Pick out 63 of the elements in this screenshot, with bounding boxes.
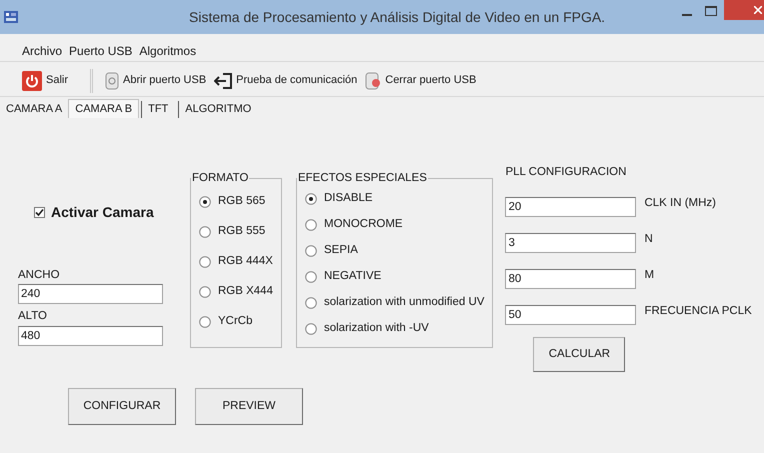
- close-icon: [754, 6, 762, 14]
- radio-option[interactable]: NEGATIVE: [304, 270, 484, 284]
- field-label: M: [644, 268, 654, 284]
- input-field[interactable]: 480: [18, 326, 163, 346]
- tab[interactable]: CAMARA B: [68, 99, 140, 118]
- checkbox[interactable]: [34, 207, 45, 218]
- tab[interactable]: ALGORITMO: [178, 101, 258, 118]
- radio-option[interactable]: solarization with unmodified UV: [304, 296, 484, 310]
- minimize-icon[interactable]: [682, 13, 692, 17]
- radio-option[interactable]: solarization with -UV: [304, 322, 484, 336]
- radio-button[interactable]: [304, 218, 317, 231]
- radio-button[interactable]: [199, 256, 211, 268]
- close-button[interactable]: [724, 0, 764, 20]
- input-field[interactable]: 20: [505, 197, 636, 218]
- action-button[interactable]: PREVIEW: [195, 388, 303, 426]
- radio-option[interactable]: SEPIA: [304, 244, 484, 258]
- app-icon: [3, 9, 19, 25]
- usb-device-icon: [365, 72, 382, 90]
- usb-device-icon: [105, 72, 120, 90]
- radio-button[interactable]: [304, 244, 317, 257]
- field-label: N: [644, 232, 653, 248]
- field-label: FRECUENCIA PCLK: [644, 304, 752, 320]
- toolbar-button[interactable]: Cerrar puerto USB: [365, 72, 476, 90]
- radio-option[interactable]: YCrCb: [199, 315, 273, 328]
- radio-button[interactable]: [199, 226, 211, 238]
- field-label: CLK IN (MHz): [644, 196, 716, 212]
- radio-option[interactable]: RGB 565: [199, 195, 273, 208]
- radio-option[interactable]: RGB 555: [199, 225, 273, 238]
- calculate-button[interactable]: CALCULAR: [533, 337, 626, 372]
- checkbox-option[interactable]: Activar Camara: [34, 202, 168, 223]
- radio-button[interactable]: [304, 322, 317, 335]
- radio-button[interactable]: [304, 270, 317, 283]
- input-field[interactable]: 50: [505, 305, 636, 326]
- group-title: EFECTOS ESPECIALES: [296, 171, 428, 186]
- input-field[interactable]: 3: [505, 233, 636, 254]
- radio-button[interactable]: [199, 286, 211, 298]
- input-field[interactable]: 80: [505, 269, 636, 290]
- radio-button[interactable]: [199, 196, 211, 208]
- radio-option[interactable]: MONOCROME: [304, 218, 484, 232]
- menu-item[interactable]: Archivo: [22, 42, 62, 60]
- window-title: Sistema de Procesamiento y Análisis Digital de Video en un FPGA.: [189, 8, 606, 27]
- enter-box-icon: [214, 72, 232, 88]
- toolbar-button[interactable]: Salir: [22, 70, 68, 90]
- input-field[interactable]: 240: [18, 284, 163, 304]
- toolbar-button[interactable]: Abrir puerto USB: [105, 72, 206, 90]
- field-label: ANCHO: [18, 268, 61, 283]
- radio-option[interactable]: DISABLE: [304, 192, 484, 206]
- menu-item[interactable]: Algoritmos: [139, 42, 196, 60]
- toolbar-button[interactable]: Prueba de comunicación: [214, 72, 358, 89]
- group-title: FORMATO: [191, 171, 250, 186]
- radio-button[interactable]: [304, 296, 317, 309]
- section-title: PLL CONFIGURACION: [505, 165, 628, 180]
- tab[interactable]: CAMARA A: [0, 101, 68, 118]
- radio-button[interactable]: [199, 316, 211, 328]
- radio-button[interactable]: [304, 192, 317, 205]
- tab[interactable]: TFT: [141, 101, 174, 118]
- action-button[interactable]: CONFIGURAR: [68, 388, 176, 426]
- menu-item[interactable]: Puerto USB: [69, 42, 132, 60]
- radio-option[interactable]: RGB X444: [199, 285, 273, 298]
- radio-option[interactable]: RGB 444X: [199, 255, 273, 268]
- maximize-icon[interactable]: [705, 6, 717, 16]
- power-icon: [22, 70, 42, 90]
- field-label: ALTO: [18, 309, 48, 324]
